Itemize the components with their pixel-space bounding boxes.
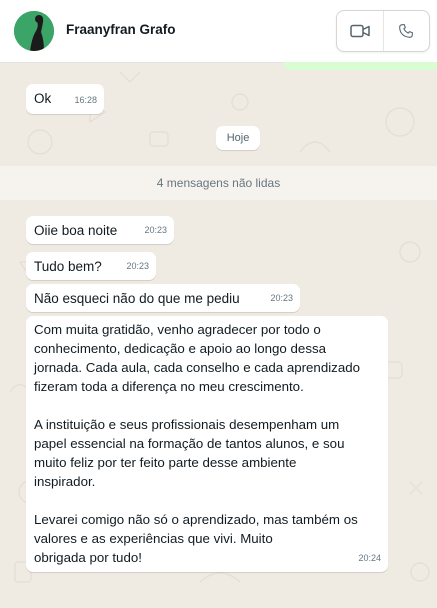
voice-call-button[interactable] <box>382 11 430 51</box>
date-chip: Hoje <box>216 126 260 150</box>
video-camera-icon <box>350 24 370 38</box>
contact-avatar[interactable] <box>14 11 54 51</box>
avatar-image <box>14 11 54 51</box>
message-text: Ok <box>34 91 52 106</box>
message-text: Com muita gratidão, venho agradecer por … <box>34 322 361 565</box>
message-bubble[interactable]: Não esqueci não do que me pediu 20:23 <box>26 284 300 312</box>
message-time: 16:28 <box>74 95 97 105</box>
unread-label: 4 mensagens não lidas <box>156 176 281 190</box>
message-time: 20:23 <box>126 261 149 271</box>
message-text: Oiie boa noite <box>34 223 118 238</box>
message-bubble[interactable]: Oiie boa noite 20:23 <box>26 216 174 244</box>
outgoing-bubble-edge <box>284 62 437 70</box>
message-bubble[interactable]: Ok 16:28 <box>26 84 104 114</box>
phone-icon <box>399 24 414 38</box>
call-actions <box>336 10 430 52</box>
chat-header: Fraanyfran Grafo <box>0 0 437 62</box>
message-text: Tudo bem? <box>34 259 102 274</box>
message-bubble[interactable]: Com muita gratidão, venho agradecer por … <box>26 316 388 572</box>
message-text: Não esqueci não do que me pediu <box>34 291 240 306</box>
message-time: 20:23 <box>144 225 167 235</box>
message-time: 20:23 <box>270 293 293 303</box>
video-call-button[interactable] <box>337 11 383 51</box>
unread-messages-divider: 4 mensagens não lidas <box>0 166 437 200</box>
message-bubble[interactable]: Tudo bem? 20:23 <box>26 252 156 280</box>
message-time: 20:24 <box>358 553 381 563</box>
contact-name[interactable]: Fraanyfran Grafo <box>66 22 176 37</box>
